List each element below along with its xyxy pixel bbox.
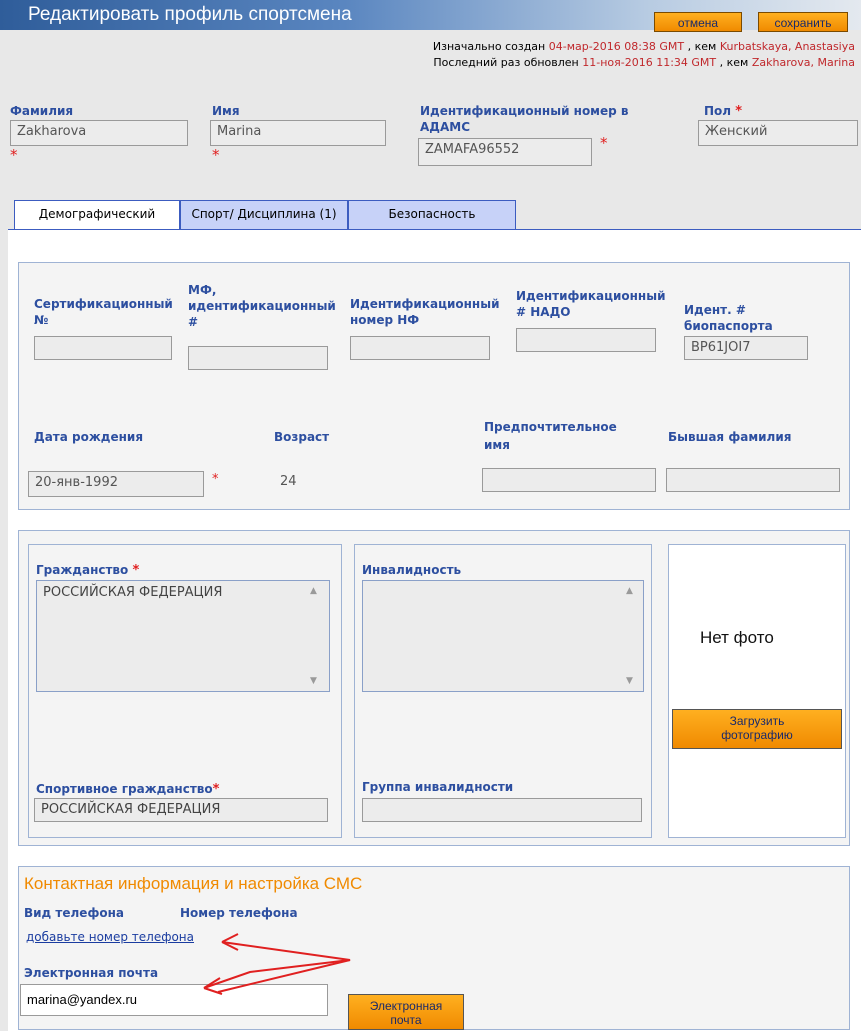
bio-passport-label-line2: биопаспорта — [684, 319, 773, 333]
phone-number-label: Номер телефона — [180, 906, 298, 920]
citizenship-listbox[interactable]: РОССИЙСКАЯ ФЕДЕРАЦИЯ — [36, 580, 330, 692]
disability-group-label: Группа инвалидности — [362, 780, 514, 794]
upload-photo-button[interactable]: Загрузить фотографию — [672, 709, 842, 749]
bio-passport-label-line1: Идент. # — [684, 303, 746, 317]
first-name-label: Имя — [212, 104, 240, 118]
preferred-name-label-line2: имя — [484, 438, 510, 452]
first-name-field[interactable]: Marina — [210, 120, 386, 146]
former-surname-field[interactable] — [666, 468, 840, 492]
phone-type-label: Вид телефона — [24, 906, 124, 920]
last-name-label: Фамилия — [10, 104, 74, 118]
scroll-down-icon[interactable]: ▼ — [310, 676, 317, 686]
updated-info: Последний раз обновлен 11-ноя-2016 11:34… — [433, 56, 855, 69]
email-label: Электронная почта — [24, 966, 159, 980]
gender-label: Пол * — [704, 104, 743, 119]
tab-security[interactable]: Безопасность — [348, 200, 516, 229]
former-surname-label: Бывшая фамилия — [668, 430, 792, 444]
if-id-label-line2: идентификационный — [188, 299, 336, 313]
first-name-required: * — [212, 146, 220, 164]
bio-passport-field[interactable]: BP61JOI7 — [684, 336, 808, 360]
email-button[interactable]: Электронная почта — [348, 994, 464, 1030]
created-by-link[interactable]: Kurbatskaya, Anastasiya — [720, 40, 855, 53]
photo-box — [668, 544, 846, 838]
disability-label: Инвалидность — [362, 563, 462, 577]
preferred-name-field[interactable] — [482, 468, 656, 492]
if-id-label-line1: МФ, — [188, 283, 217, 297]
nado-id-label-line2: # НАДО — [516, 305, 571, 319]
nf-id-label-line2: номер НФ — [350, 313, 420, 327]
nado-id-label-line1: Идентификационный — [516, 289, 666, 303]
cert-label-line1: Сертификационный — [34, 297, 173, 311]
updated-by-link[interactable]: Zakharova, Marina — [752, 56, 855, 69]
if-id-label-line3: # — [188, 315, 199, 329]
adams-id-field[interactable]: ZAMAFA96552 — [418, 138, 592, 166]
adams-id-label-line2: АДАМС — [420, 120, 471, 134]
scroll-down-icon[interactable]: ▼ — [626, 676, 633, 686]
dob-label: Дата рождения — [34, 430, 144, 444]
scroll-up-icon[interactable]: ▲ — [310, 586, 317, 596]
nado-id-field[interactable] — [516, 328, 656, 352]
adams-id-label-line1: Идентификационный номер в — [420, 104, 629, 118]
dob-field[interactable]: 20-янв-1992 — [28, 471, 204, 497]
adams-id-required: * — [600, 134, 608, 152]
nf-id-field[interactable] — [350, 336, 490, 360]
certification-number-field[interactable] — [34, 336, 172, 360]
preferred-name-label-line1: Предпочтительное — [484, 420, 617, 434]
created-info: Изначально создан 04-мар-2016 08:38 GMT … — [432, 40, 855, 53]
scroll-up-icon[interactable]: ▲ — [626, 586, 633, 596]
disability-listbox[interactable] — [362, 580, 644, 692]
dob-required: * — [212, 472, 219, 487]
no-photo-text: Нет фото — [700, 628, 774, 647]
sport-citizenship-label: Спортивное гражданство* — [36, 782, 220, 797]
created-date: 04-мар-2016 08:38 GMT — [548, 40, 685, 53]
page-title: Редактировать профиль спортсмена — [28, 4, 352, 25]
contact-title: Контактная информация и настройка СМС — [24, 874, 363, 893]
citizenship-label: Гражданство * — [36, 563, 140, 578]
if-id-field[interactable] — [188, 346, 328, 370]
last-name-field[interactable]: Zakharova — [10, 120, 188, 146]
age-label: Возраст — [274, 430, 330, 444]
add-phone-number-link[interactable]: добавьте номер телефона — [26, 930, 194, 944]
sport-citizenship-field[interactable]: РОССИЙСКАЯ ФЕДЕРАЦИЯ — [34, 798, 328, 822]
last-name-required: * — [10, 146, 18, 164]
updated-date: 11-ноя-2016 11:34 GMT — [582, 56, 717, 69]
annotation-arrows-icon — [203, 933, 351, 995]
save-button[interactable]: сохранить — [758, 12, 848, 32]
tab-sport-discipline[interactable]: Спорт/ Дисциплина (1) — [180, 200, 348, 229]
citizenship-value: РОССИЙСКАЯ ФЕДЕРАЦИЯ — [43, 585, 223, 600]
cancel-button[interactable]: отмена — [654, 12, 742, 32]
tab-demographic[interactable]: Демографический — [14, 200, 180, 229]
cert-label-line2: № — [34, 313, 49, 327]
age-value: 24 — [280, 474, 297, 489]
nf-id-label-line1: Идентификационный — [350, 297, 500, 311]
gender-field[interactable]: Женский — [698, 120, 858, 146]
disability-group-field[interactable] — [362, 798, 642, 822]
